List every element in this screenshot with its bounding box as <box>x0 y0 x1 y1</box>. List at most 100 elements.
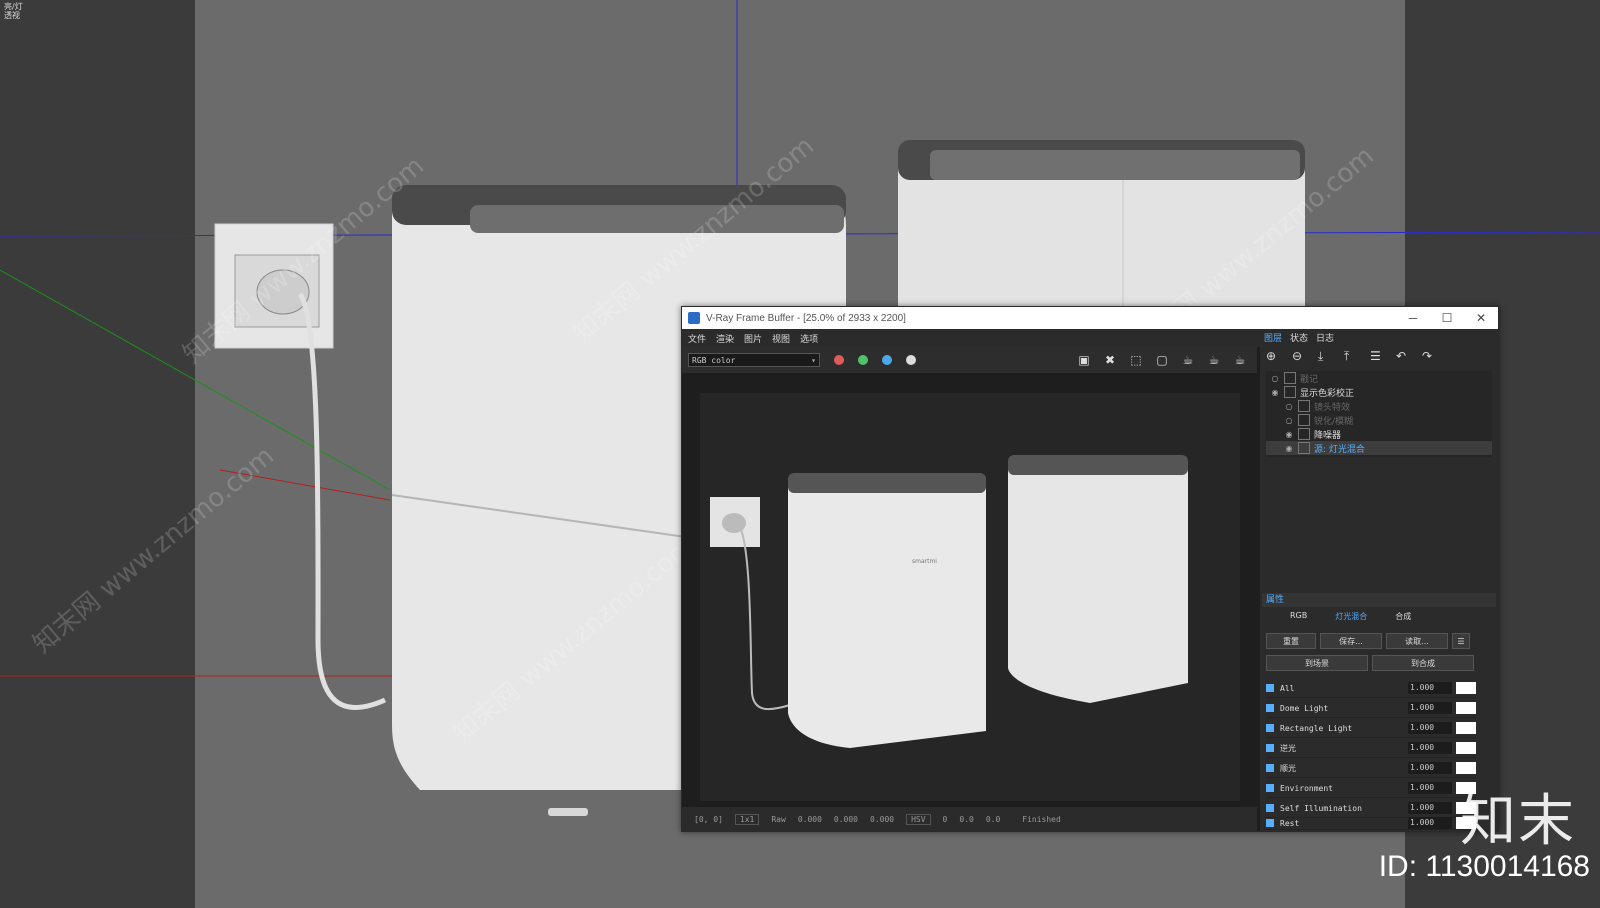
layer-item[interactable]: ○ 锐化/模糊 <box>1266 413 1492 427</box>
light-value-input[interactable]: 1.000 <box>1408 682 1452 694</box>
to-composite-button[interactable]: 到合成 <box>1372 655 1474 671</box>
checkbox[interactable] <box>1266 804 1274 812</box>
load-button[interactable]: 读取... <box>1386 633 1448 649</box>
hsv-s: 0.0 <box>959 814 974 824</box>
checkbox[interactable] <box>1266 784 1274 792</box>
visibility-icon[interactable]: ◉ <box>1280 430 1298 439</box>
layer-icon <box>1298 400 1310 412</box>
to-scene-button[interactable]: 到场景 <box>1266 655 1368 671</box>
light-value-input[interactable]: 1.000 <box>1408 702 1452 714</box>
layer-item[interactable]: ◉ 源: 灯光混合 <box>1266 441 1492 455</box>
list-menu-icon[interactable]: ☰ <box>1370 349 1390 363</box>
light-color-swatch[interactable] <box>1456 722 1476 734</box>
light-row[interactable]: Rectangle Light 1.000 <box>1266 719 1476 738</box>
vray-frame-buffer-window[interactable]: V-Ray Frame Buffer - [25.0% of 2933 x 22… <box>681 306 1499 832</box>
light-name: 逆光 <box>1280 743 1296 753</box>
light-color-swatch[interactable] <box>1456 742 1476 754</box>
checkbox[interactable] <box>1266 684 1274 692</box>
color-mode[interactable]: Raw <box>771 815 785 824</box>
brand-logo: 知末 <box>1460 789 1576 854</box>
light-row[interactable]: 顺光 1.000 <box>1266 759 1476 778</box>
channel-select[interactable]: RGB color <box>688 353 820 368</box>
save-button[interactable]: 保存... <box>1320 633 1382 649</box>
light-row[interactable]: Environment 1.000 <box>1266 779 1476 798</box>
minimize-button[interactable]: ─ <box>1396 311 1430 325</box>
reset-button[interactable]: 重置 <box>1266 633 1316 649</box>
rendered-image[interactable]: smartmi <box>700 393 1240 801</box>
radio-light-mix[interactable]: 灯光混合 <box>1335 611 1367 622</box>
red-channel-toggle[interactable] <box>834 355 844 365</box>
close-button[interactable]: ✕ <box>1464 311 1498 325</box>
zoom-select[interactable]: 1x1 <box>734 813 760 825</box>
layer-item[interactable]: ○ 镜头特效 <box>1266 399 1492 413</box>
maximize-button[interactable]: ☐ <box>1430 311 1464 325</box>
light-row[interactable]: 逆光 1.000 <box>1266 739 1476 758</box>
light-name: Rectangle Light <box>1280 723 1353 733</box>
checkbox[interactable] <box>1266 704 1274 712</box>
blue-channel-toggle[interactable] <box>882 355 892 365</box>
undo-icon[interactable]: ↶ <box>1396 349 1416 363</box>
tab-stats[interactable]: 状态 <box>1290 331 1308 344</box>
light-color-swatch[interactable] <box>1456 682 1476 694</box>
light-color-swatch[interactable] <box>1456 702 1476 714</box>
layer-icon <box>1284 386 1296 398</box>
render-icon[interactable]: ☕ <box>1179 352 1197 368</box>
checkbox[interactable] <box>1266 744 1274 752</box>
light-value-input[interactable]: 1.000 <box>1408 722 1452 734</box>
menu-view[interactable]: 视图 <box>772 332 790 345</box>
visibility-icon[interactable]: ◉ <box>1280 444 1298 453</box>
vray-logo-icon <box>688 312 700 324</box>
light-name: All <box>1280 683 1295 693</box>
add-layer-icon[interactable]: ⊕ <box>1266 349 1286 363</box>
menu-file[interactable]: 文件 <box>688 332 706 345</box>
layer-item[interactable]: ○ 戳记 <box>1266 371 1492 385</box>
alpha-channel-toggle[interactable] <box>906 355 916 365</box>
light-value-input[interactable]: 1.000 <box>1408 742 1452 754</box>
visibility-icon[interactable]: ○ <box>1280 402 1298 411</box>
track-mouse-icon[interactable]: ▢ <box>1153 352 1171 368</box>
tab-layers[interactable]: 图层 <box>1264 331 1282 344</box>
tab-log[interactable]: 日志 <box>1316 331 1334 344</box>
light-value-input[interactable]: 1.000 <box>1408 762 1452 774</box>
menu-options[interactable]: 选项 <box>800 332 818 345</box>
color-space-select[interactable]: HSV <box>906 813 931 825</box>
menu-render[interactable]: 渲染 <box>716 332 734 345</box>
viewport-label[interactable]: 亮/灯 透视 <box>4 2 23 20</box>
pixel-value-3: 0.000 <box>870 814 895 824</box>
light-row[interactable]: All 1.000 <box>1266 679 1476 698</box>
layer-name: 源: 灯光混合 <box>1314 444 1365 455</box>
light-value-input[interactable]: 1.000 <box>1408 782 1452 794</box>
visibility-icon[interactable]: ○ <box>1266 374 1284 383</box>
stop-render-icon[interactable]: ☕ <box>1231 352 1249 368</box>
checkbox[interactable] <box>1266 819 1274 827</box>
light-value-input[interactable]: 1.000 <box>1408 802 1452 814</box>
light-value-input[interactable]: 1.000 <box>1408 817 1452 829</box>
redo-icon[interactable]: ↷ <box>1422 349 1442 363</box>
light-color-swatch[interactable] <box>1456 762 1476 774</box>
checkbox[interactable] <box>1266 764 1274 772</box>
region-render-icon[interactable]: ⬚ <box>1127 352 1145 368</box>
layer-item[interactable]: ◉ 降噪器 <box>1266 427 1492 441</box>
light-row[interactable]: Dome Light 1.000 <box>1266 699 1476 718</box>
visibility-icon[interactable]: ◉ <box>1266 388 1284 397</box>
light-row[interactable]: Rest 1.000 <box>1266 817 1476 830</box>
delete-layer-icon[interactable]: ⊖ <box>1292 349 1312 363</box>
light-row[interactable]: Self Illumination 1.000 <box>1266 799 1476 818</box>
save-image-icon[interactable]: ▣ <box>1075 352 1093 368</box>
radio-rgb[interactable]: RGB <box>1290 611 1307 622</box>
layer-item[interactable]: ◉ 显示色彩校正 <box>1266 385 1492 399</box>
menu-image[interactable]: 图片 <box>744 332 762 345</box>
checkbox[interactable] <box>1266 724 1274 732</box>
radio-composite[interactable]: 合成 <box>1395 611 1411 622</box>
title-bar[interactable]: V-Ray Frame Buffer - [25.0% of 2933 x 22… <box>682 307 1498 329</box>
options-menu-button[interactable]: ☰ <box>1452 633 1470 649</box>
layer-icon <box>1284 372 1296 384</box>
layer-name: 降噪器 <box>1314 430 1342 441</box>
render-area: RGB color ▣ ✖ ⬚ ▢ ☕ ☕ ☕ smartmi <box>682 347 1257 831</box>
interactive-render-icon[interactable]: ☕ <box>1205 352 1223 368</box>
visibility-icon[interactable]: ○ <box>1280 416 1298 425</box>
load-layers-icon[interactable]: ⤒ <box>1344 349 1364 364</box>
save-layers-icon[interactable]: ⤓ <box>1318 349 1338 364</box>
green-channel-toggle[interactable] <box>858 355 868 365</box>
clear-image-icon[interactable]: ✖ <box>1101 352 1119 368</box>
